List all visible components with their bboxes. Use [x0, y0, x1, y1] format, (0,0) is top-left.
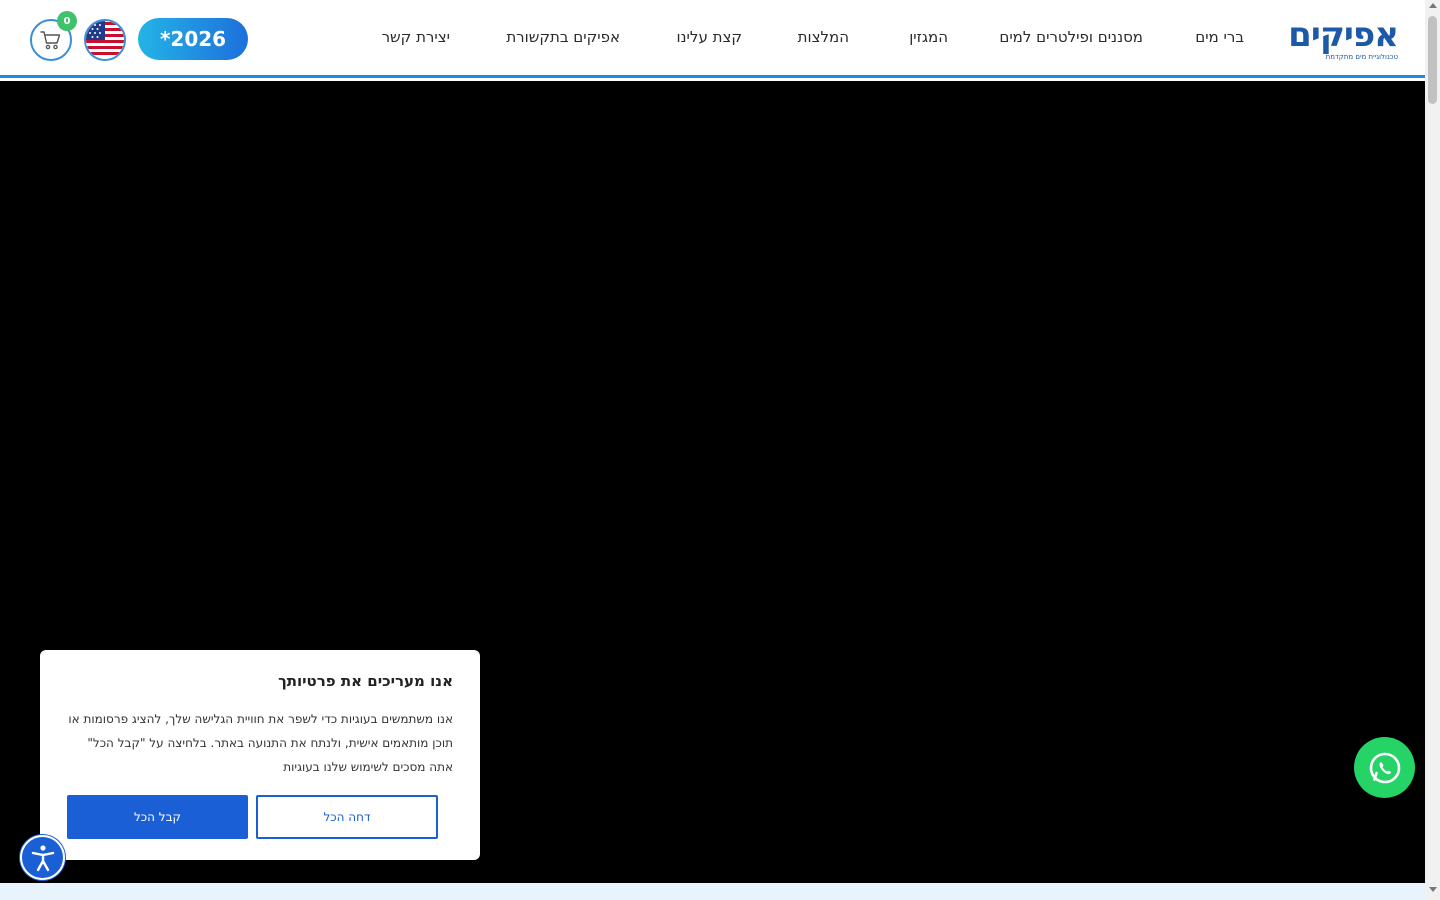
logo-text: אפיקים	[1288, 15, 1399, 55]
nav-item-water-bars[interactable]: ברי מים	[1195, 28, 1244, 48]
nav-item-water-filters[interactable]: מסננים ופילטרים למים	[999, 28, 1143, 48]
whatsapp-icon	[1369, 752, 1400, 783]
scroll-thumb[interactable]	[1428, 16, 1437, 104]
logo-tagline: טכנולוגיית מים מתקדמת	[1325, 53, 1398, 61]
cart-count-badge: 0	[57, 11, 77, 31]
site-logo[interactable]: אפיקים טכנולוגיית מים מתקדמת	[1288, 18, 1399, 62]
cookie-description: אנו משתמשים בעוגיות כדי לשפר את חוויית ה…	[68, 712, 453, 774]
nav-item-testimonials[interactable]: המלצות	[798, 28, 849, 48]
nav-item-about[interactable]: קצת עלינו	[676, 28, 742, 48]
next-section-strip	[0, 883, 1425, 900]
whatsapp-button[interactable]	[1354, 737, 1415, 798]
us-flag-graphic	[86, 21, 124, 59]
accept-all-button[interactable]: קבל הכל	[67, 795, 248, 839]
scroll-up-arrow-icon[interactable]	[1429, 3, 1437, 8]
accessibility-icon	[31, 844, 54, 871]
cookie-consent-banner: אנו מעריכים את פרטיותך אנו משתמשים בעוגי…	[40, 650, 480, 860]
us-flag-icon[interactable]	[84, 19, 126, 61]
nav-item-press[interactable]: אפיקים בתקשורת	[506, 28, 620, 48]
nav-item-magazine[interactable]: המגזין	[909, 28, 948, 48]
nav-item-contact[interactable]: יצירת קשר	[382, 28, 450, 48]
scroll-down-arrow-icon[interactable]	[1429, 887, 1437, 892]
accessibility-button[interactable]	[20, 835, 65, 880]
cart-icon	[40, 31, 61, 50]
reject-all-button[interactable]: דחה הכל	[256, 795, 438, 839]
phone-star-button[interactable]: *2026	[138, 18, 248, 60]
cookie-title: אנו מעריכים את פרטיותך	[278, 672, 453, 690]
site-header: אפיקים טכנולוגיית מים מתקדמת ברי מים מסנ…	[0, 0, 1425, 78]
page-scrollbar[interactable]	[1425, 0, 1440, 900]
